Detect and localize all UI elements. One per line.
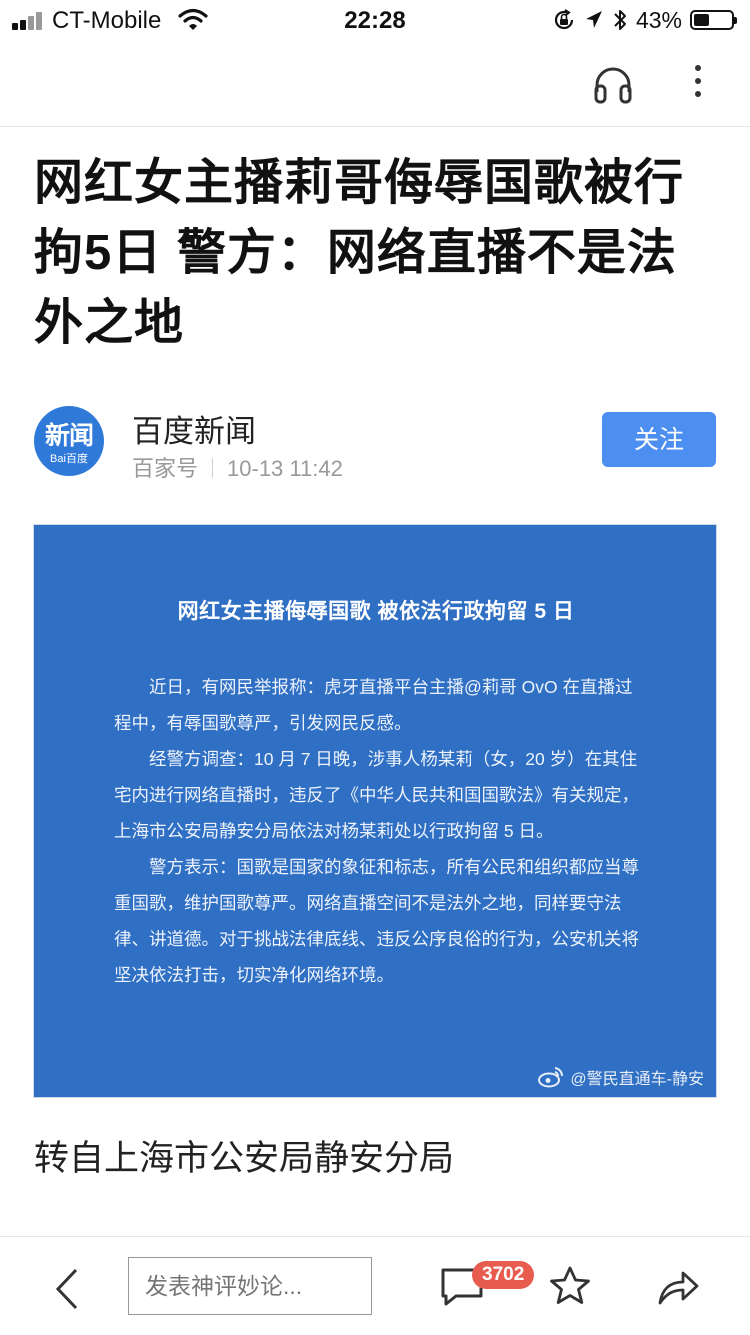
battery-percent: 43% <box>635 6 682 33</box>
notice-paragraph: 警方表示：国歌是国家的象征和标志，所有公民和组织都应当尊重国歌，维护国歌尊严。网… <box>114 857 639 985</box>
source-label: 百家号 <box>132 456 199 481</box>
follow-button[interactable]: 关注 <box>602 412 716 467</box>
battery-icon <box>690 10 737 30</box>
back-icon[interactable] <box>52 1267 82 1311</box>
author-name[interactable]: 百度新闻 <box>132 406 256 451</box>
headphone-icon[interactable] <box>592 64 634 104</box>
orientation-lock-icon <box>554 9 574 30</box>
avatar[interactable]: 新闻 Bai百度 <box>34 406 104 476</box>
notice-title: 网红女主播侮辱国歌 被依法行政拘留 5 日 <box>177 600 575 623</box>
author-meta: 百家号 10-13 11:42 <box>132 451 343 483</box>
meta-divider <box>212 458 214 478</box>
notice-paragraph: 近日，有网民举报称：虎牙直播平台主播@莉哥 OvO 在直播过程中，有辱国歌尊严，… <box>114 677 633 733</box>
notice-image[interactable]: 网红女主播侮辱国歌 被依法行政拘留 5 日 近日，有网民举报称：虎牙直播平台主播… <box>33 524 717 1098</box>
top-bar <box>0 40 750 127</box>
publish-datetime: 10-13 11:42 <box>227 456 343 481</box>
status-bar: CT-Mobile 22:28 43% <box>0 0 750 40</box>
location-icon <box>585 11 602 28</box>
avatar-logo-text: 新闻 <box>44 422 94 450</box>
weibo-icon <box>538 1067 564 1088</box>
notice-paragraph: 经警方调查：10 月 7 日晚，涉事人杨某莉（女，20 岁）在其住宅内进行网络直… <box>114 749 639 841</box>
notice-watermark: @警民直通车-静安 <box>538 1065 704 1089</box>
avatar-logo-subtext: Bai百度 <box>50 453 88 465</box>
bluetooth-icon <box>614 10 626 30</box>
article-title: 网红女主播莉哥侮辱国歌被行拘5日 警方：网络直播不是法外之地 <box>34 156 685 350</box>
article-source-text: 转自上海市公安局静安分局 <box>34 1139 455 1178</box>
comment-input[interactable] <box>128 1257 372 1315</box>
star-icon[interactable] <box>548 1265 592 1307</box>
watermark-text: @警民直通车-静安 <box>570 1071 704 1088</box>
bottom-bar: 3702 <box>0 1236 750 1335</box>
share-icon[interactable] <box>656 1267 700 1307</box>
more-icon[interactable] <box>686 62 710 102</box>
notice-body: 近日，有网民举报称：虎牙直播平台主播@莉哥 OvO 在直播过程中，有辱国歌尊严，… <box>114 669 642 993</box>
comment-count-badge: 3702 <box>472 1261 535 1289</box>
